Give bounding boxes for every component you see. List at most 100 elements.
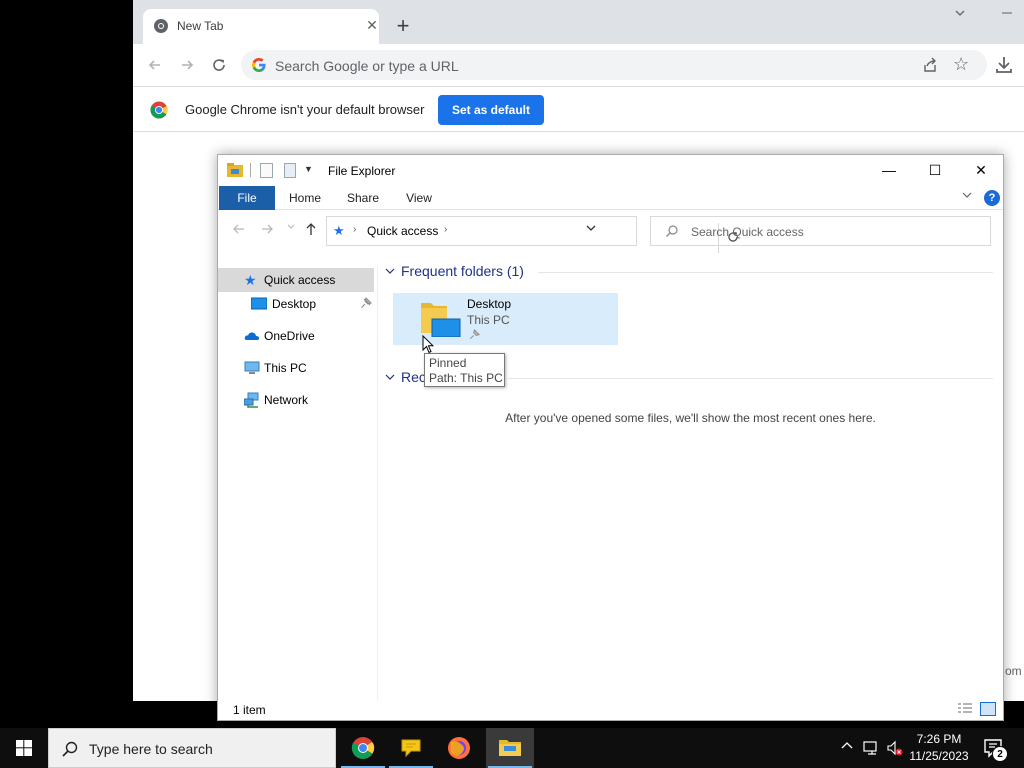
pin-icon bbox=[469, 329, 480, 343]
firefox-icon bbox=[448, 737, 470, 759]
collapse-chevron-icon[interactable] bbox=[385, 266, 395, 279]
infobar-message: Google Chrome isn't your default browser bbox=[185, 102, 425, 117]
maximize-button[interactable]: ☐ bbox=[912, 155, 958, 186]
ribbon-tab-home[interactable]: Home bbox=[280, 186, 330, 210]
address-history-chevron-icon[interactable] bbox=[586, 223, 596, 236]
expand-ribbon-chevron-icon[interactable] bbox=[962, 190, 972, 203]
show-hidden-icons-chevron-icon[interactable] bbox=[838, 739, 856, 757]
minimize-button[interactable]: — bbox=[866, 155, 912, 186]
tooltip-line: Pinned bbox=[429, 356, 467, 370]
explorer-titlebar: ▼ File Explorer — ☐ ✕ bbox=[218, 155, 1003, 186]
download-icon[interactable] bbox=[993, 54, 1015, 76]
nav-item-quick-access[interactable]: ★ Quick access bbox=[218, 268, 374, 292]
explorer-title: File Explorer bbox=[328, 164, 396, 178]
star-icon: ★ bbox=[244, 272, 257, 288]
group-divider bbox=[538, 272, 993, 273]
search-placeholder: Search Quick access bbox=[691, 225, 804, 239]
chrome-tabstrip: New Tab ✕ + bbox=[133, 0, 1024, 44]
address-row: ★ › Quick access › Search Quick access bbox=[218, 210, 1003, 253]
ribbon-tab-share[interactable]: Share bbox=[338, 186, 388, 210]
address-bar[interactable]: ★ › Quick access › bbox=[326, 216, 738, 253]
taskbar-app-messaging[interactable] bbox=[387, 728, 435, 768]
notification-count-badge: 2 bbox=[992, 746, 1008, 762]
taskbar-search-placeholder: Type here to search bbox=[89, 741, 213, 757]
properties-icon[interactable] bbox=[260, 163, 273, 178]
help-icon[interactable]: ? bbox=[984, 190, 1000, 206]
new-folder-icon[interactable] bbox=[284, 163, 296, 178]
share-icon[interactable] bbox=[921, 56, 939, 74]
cloud-icon bbox=[244, 332, 260, 340]
start-button[interactable] bbox=[0, 728, 48, 768]
nav-item-this-pc[interactable]: This PC bbox=[218, 356, 374, 380]
volume-muted-icon[interactable] bbox=[886, 739, 904, 757]
folder-tooltip: Pinned Path: This PC bbox=[424, 353, 505, 387]
nav-item-label: OneDrive bbox=[264, 329, 315, 343]
nav-item-network[interactable]: Network bbox=[218, 388, 374, 412]
back-arrow-icon[interactable] bbox=[143, 53, 167, 77]
collapse-chevron-icon[interactable] bbox=[385, 372, 395, 385]
nav-item-onedrive[interactable]: OneDrive bbox=[218, 324, 374, 348]
ribbon-tab-file[interactable]: File bbox=[219, 186, 275, 210]
large-icons-view-icon[interactable] bbox=[980, 702, 996, 716]
pin-icon bbox=[360, 297, 372, 309]
system-clock[interactable]: 7:26 PM 11/25/2023 bbox=[906, 731, 972, 765]
taskbar: Type here to search 7:26 PM 11/25/2023 2 bbox=[0, 728, 1024, 768]
taskbar-app-firefox[interactable] bbox=[435, 728, 483, 768]
speech-bubble-icon bbox=[401, 739, 421, 758]
network-status-icon[interactable] bbox=[862, 739, 880, 757]
group-header-title: Frequent folders (1) bbox=[401, 263, 524, 279]
navigation-pane: ★ Quick access Desktop OneDrive This PC … bbox=[218, 265, 378, 705]
file-explorer-window: ▼ File Explorer — ☐ ✕ File Home Share Vi… bbox=[217, 154, 1004, 721]
content-pane: Frequent folders (1) Desktop This PC Rec… bbox=[383, 255, 998, 700]
reload-icon[interactable] bbox=[207, 53, 231, 77]
folder-location: This PC bbox=[467, 313, 510, 327]
forward-arrow-icon[interactable] bbox=[175, 53, 199, 77]
clock-time: 7:26 PM bbox=[916, 732, 962, 746]
group-header-frequent-folders[interactable]: Frequent folders (1) bbox=[383, 262, 993, 284]
tab-close-icon[interactable]: ✕ bbox=[365, 18, 379, 32]
quick-access-toolbar-separator bbox=[250, 163, 251, 177]
new-tab-button[interactable]: + bbox=[391, 15, 415, 40]
ribbon-tab-view[interactable]: View bbox=[394, 186, 444, 210]
omnibox-placeholder: Search Google or type a URL bbox=[275, 58, 459, 74]
chrome-partial-link[interactable]: om bbox=[1005, 664, 1022, 678]
details-view-icon[interactable] bbox=[958, 703, 972, 715]
explorer-forward-arrow-icon[interactable] bbox=[258, 222, 276, 240]
chrome-tab-new-tab[interactable]: New Tab ✕ bbox=[143, 9, 379, 44]
close-button[interactable]: ✕ bbox=[958, 155, 1004, 186]
item-count: 1 item bbox=[233, 703, 266, 717]
recent-locations-chevron-icon[interactable] bbox=[282, 222, 300, 240]
set-as-default-button[interactable]: Set as default bbox=[438, 95, 544, 125]
search-icon bbox=[62, 741, 78, 757]
nav-item-desktop[interactable]: Desktop bbox=[218, 292, 374, 316]
default-browser-infobar: Google Chrome isn't your default browser… bbox=[133, 86, 1024, 132]
bookmark-star-icon[interactable]: ☆ bbox=[953, 54, 969, 75]
status-bar: 1 item bbox=[218, 700, 1003, 720]
chrome-toolbar: Search Google or type a URL ☆ bbox=[133, 44, 1024, 86]
chrome-tab-title: New Tab bbox=[177, 19, 224, 33]
tooltip-line: Path: This PC bbox=[429, 371, 503, 385]
search-quick-access-input[interactable]: Search Quick access bbox=[650, 216, 991, 246]
chrome-icon bbox=[351, 737, 375, 759]
omnibox[interactable]: Search Google or type a URL ☆ bbox=[241, 50, 987, 80]
group-header-title: Rec bbox=[401, 369, 426, 385]
windows-logo-icon bbox=[16, 740, 32, 756]
nav-item-label: Desktop bbox=[272, 297, 317, 311]
nav-item-label: Network bbox=[264, 393, 309, 407]
folder-name: Desktop bbox=[467, 297, 512, 311]
taskbar-search-box[interactable]: Type here to search bbox=[48, 728, 336, 768]
up-arrow-icon[interactable] bbox=[302, 222, 320, 240]
network-icon bbox=[244, 392, 259, 408]
explorer-back-arrow-icon[interactable] bbox=[230, 222, 248, 240]
breadcrumb-separator[interactable]: › bbox=[353, 224, 356, 235]
explorer-ribbon: File Home Share View ? bbox=[218, 186, 1003, 210]
taskbar-app-file-explorer[interactable] bbox=[486, 728, 534, 768]
breadcrumb-quick-access[interactable]: Quick access bbox=[367, 224, 438, 238]
desktop-icon bbox=[251, 297, 267, 310]
tab-search-chevron-icon[interactable] bbox=[950, 6, 970, 26]
clock-date: 11/25/2023 bbox=[909, 749, 969, 763]
breadcrumb-separator[interactable]: › bbox=[444, 224, 447, 235]
customize-toolbar-dropdown-icon[interactable]: ▼ bbox=[304, 164, 313, 174]
chrome-minimize-icon[interactable] bbox=[997, 6, 1017, 26]
taskbar-app-chrome[interactable] bbox=[339, 728, 387, 768]
